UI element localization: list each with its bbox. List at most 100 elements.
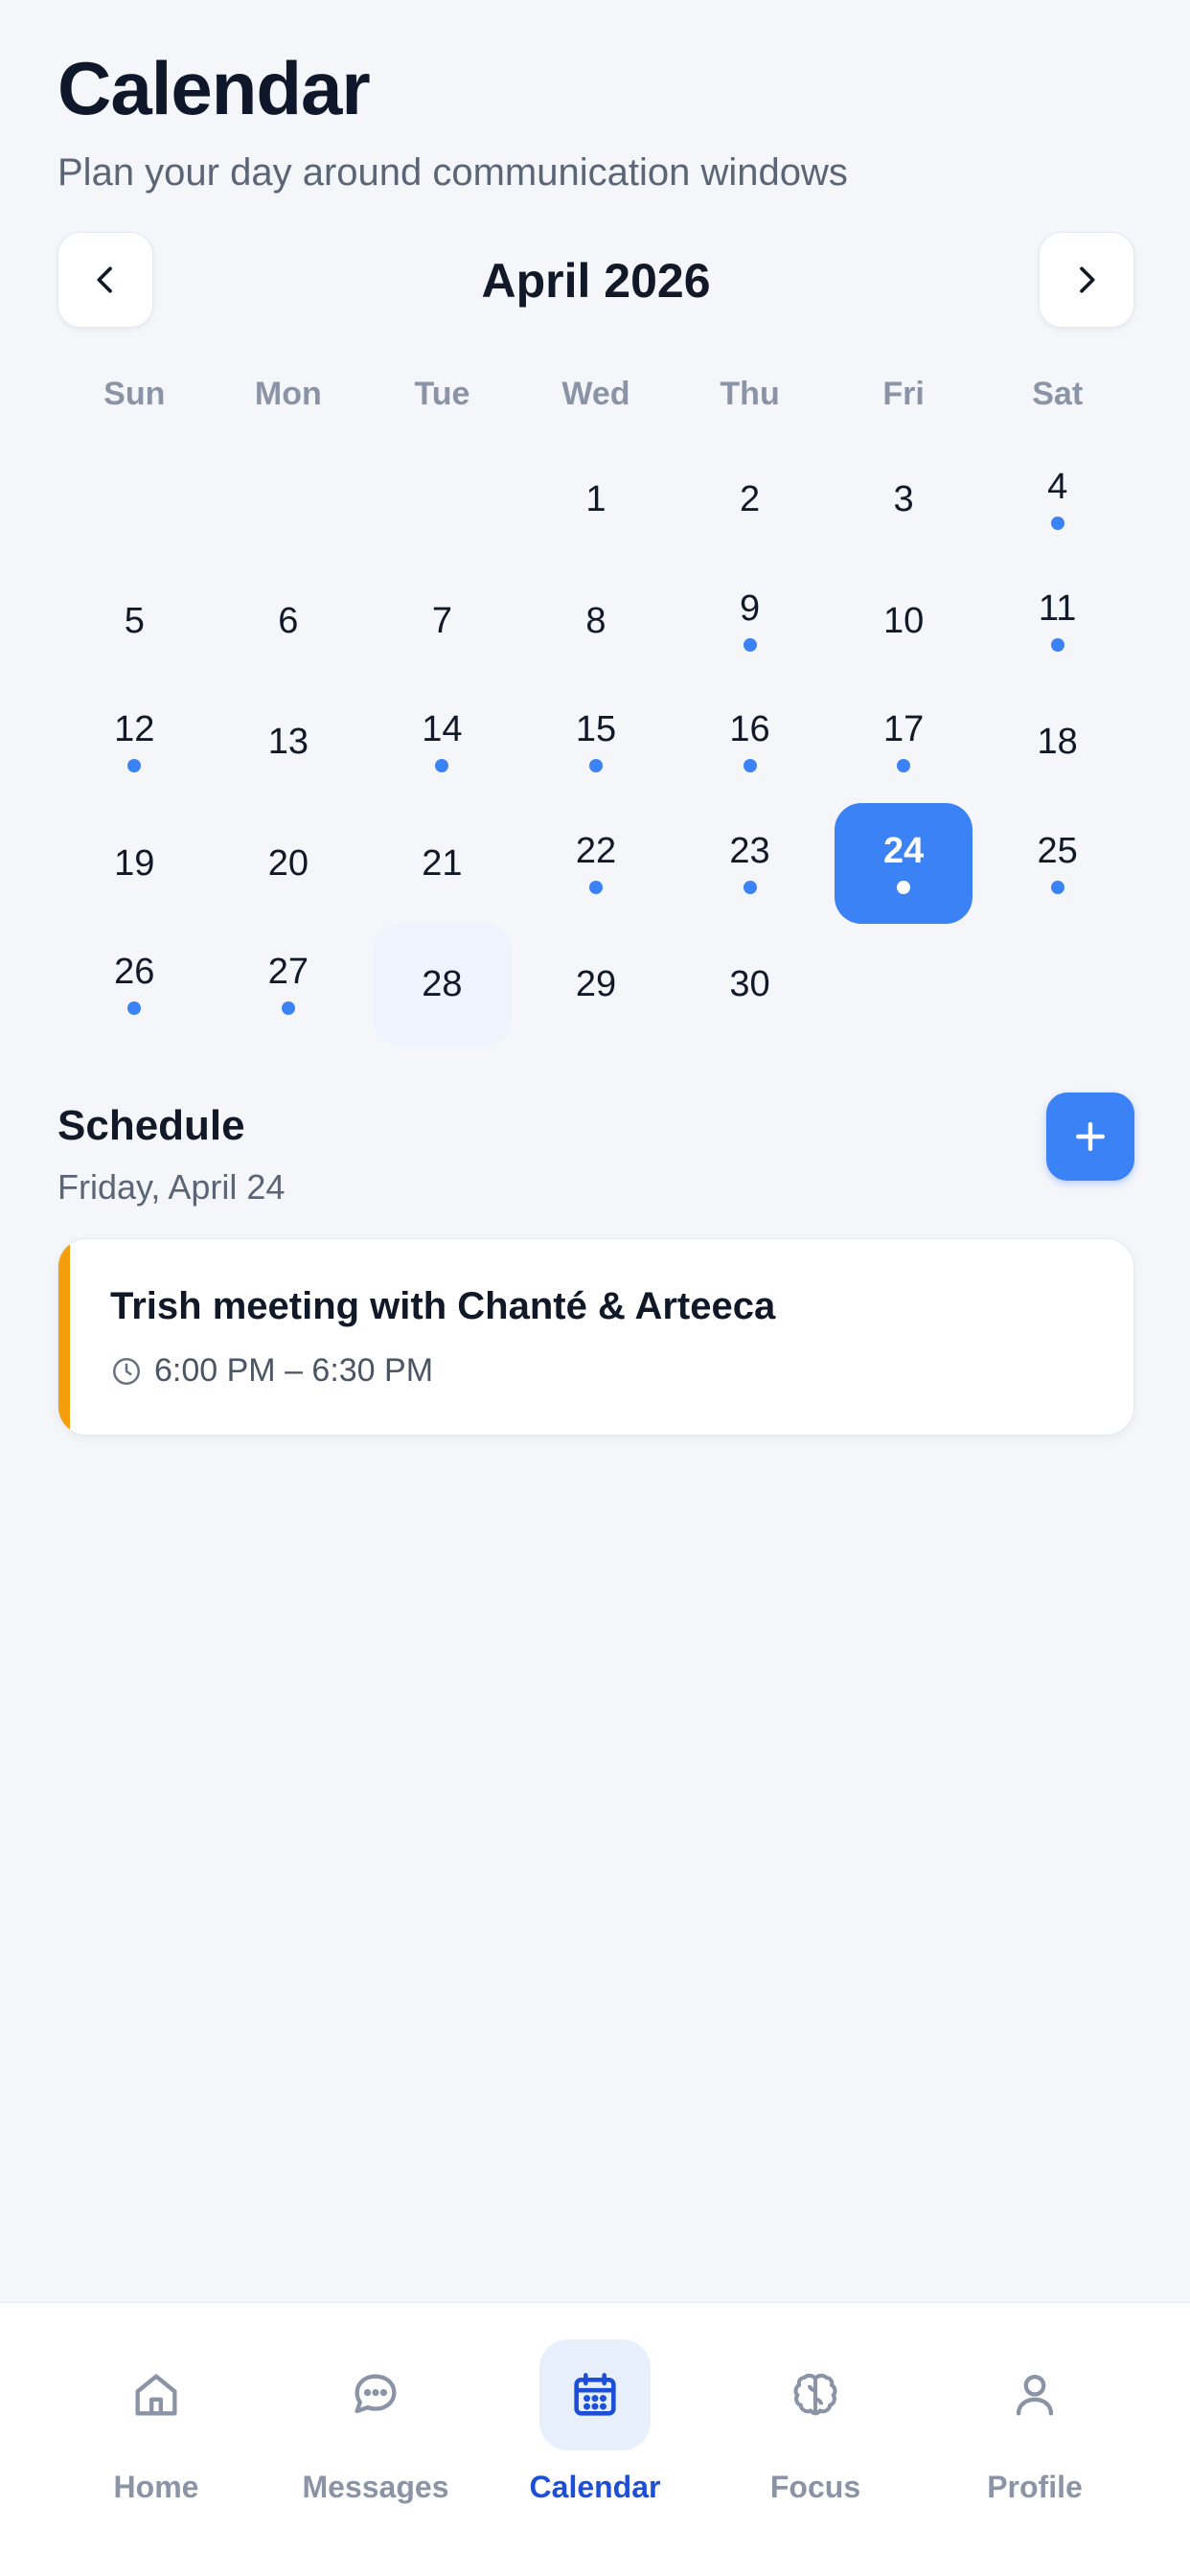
day-number: 22 (575, 830, 617, 871)
day-cell[interactable]: 9 (676, 561, 823, 682)
day-cell[interactable]: 11 (984, 561, 1131, 682)
day-number: 11 (1038, 587, 1077, 629)
event-indicator-dot (127, 1001, 142, 1016)
day-cell[interactable]: 14 (369, 681, 515, 803)
day-number: 29 (575, 964, 617, 1005)
day-number: 14 (422, 709, 463, 750)
day-cell[interactable]: 7 (369, 561, 515, 682)
day-cell[interactable]: 2 (676, 439, 823, 561)
calendar-screen: Calendar Plan your day around communicat… (0, 0, 1190, 2576)
add-event-button[interactable] (1046, 1092, 1134, 1181)
page-subtitle: Plan your day around communication windo… (57, 150, 848, 194)
day-number: 23 (729, 830, 770, 871)
event-indicator-dot (1050, 637, 1064, 652)
day-cell[interactable]: 26 (61, 924, 208, 1046)
event-card[interactable]: Trish meeting with Chanté & Arteeca 6:00… (57, 1238, 1134, 1436)
empty-day-cell (57, 439, 212, 561)
day-number: 5 (124, 600, 145, 641)
month-navigation: April 2026 (57, 232, 1134, 330)
day-number: 9 (739, 587, 761, 629)
day-cell[interactable]: 16 (676, 681, 823, 803)
day-number: 3 (893, 479, 914, 520)
day-number: 30 (729, 964, 770, 1005)
day-cell[interactable]: 5 (61, 561, 208, 682)
empty-day-cell (365, 439, 519, 561)
day-cell[interactable]: 15 (523, 681, 670, 803)
day-cell[interactable]: 23 (676, 803, 823, 925)
event-indicator-dot (743, 880, 757, 894)
tab-label-focus: Focus (769, 2470, 861, 2504)
empty-day-cell (212, 439, 366, 561)
day-cell[interactable]: 30 (676, 924, 823, 1046)
page-header: Calendar Plan your day around communicat… (57, 46, 848, 195)
day-cell[interactable]: 8 (523, 561, 670, 682)
bottom-tab-bar: Home Messages Calendar Focus Profile (0, 2302, 1190, 2576)
page-title: Calendar (57, 46, 371, 130)
day-number: 28 (422, 964, 463, 1005)
day-cell[interactable]: 24 (834, 802, 973, 924)
calendar-icon-wrap (539, 2339, 651, 2450)
tab-home[interactable]: Home (70, 2339, 242, 2505)
event-indicator-dot (281, 1001, 295, 1016)
event-indicator-dot (743, 759, 757, 773)
day-cell[interactable]: 22 (523, 803, 670, 925)
tab-label-messages: Messages (302, 2470, 449, 2504)
event-indicator-dot (435, 759, 449, 773)
day-cell[interactable]: 20 (216, 803, 362, 925)
tab-label-profile: Profile (987, 2470, 1083, 2504)
tab-calendar[interactable]: Calendar (509, 2339, 681, 2505)
schedule-title: Schedule (57, 1102, 245, 1149)
day-cell[interactable]: 3 (831, 439, 977, 561)
day-cell[interactable]: 17 (831, 681, 977, 803)
event-accent-stripe (58, 1239, 70, 1435)
day-number: 20 (267, 842, 309, 884)
day-number: 15 (575, 709, 617, 750)
profile-icon-wrap (979, 2339, 1090, 2450)
clock-icon (112, 1357, 141, 1385)
weekday-label: Tue (414, 376, 470, 412)
event-title: Trish meeting with Chanté & Arteeca (110, 1285, 776, 1327)
day-cell[interactable]: 1 (523, 439, 670, 561)
day-number: 1 (585, 479, 606, 520)
weekday-label: Fri (882, 376, 925, 412)
home-icon-wrap (101, 2339, 212, 2450)
day-cell[interactable]: 6 (216, 561, 362, 682)
tab-profile[interactable]: Profile (949, 2339, 1121, 2505)
event-time: 6:00 PM – 6:30 PM (154, 1352, 434, 1389)
calendar-icon (574, 2373, 616, 2416)
day-number: 18 (1037, 722, 1078, 763)
event-indicator-dot (1050, 517, 1064, 531)
plus-icon (1075, 1121, 1106, 1152)
chat-bubble-icon (355, 2374, 397, 2414)
weekday-label: Sat (1032, 376, 1084, 412)
day-cell[interactable]: 10 (831, 561, 977, 682)
day-number: 16 (729, 709, 770, 750)
day-number: 13 (267, 722, 309, 763)
event-indicator-dot (588, 759, 603, 773)
day-cell[interactable]: 4 (984, 439, 1131, 561)
day-number: 6 (278, 600, 299, 641)
event-indicator-dot (897, 759, 911, 773)
tab-messages[interactable]: Messages (289, 2339, 462, 2505)
event-indicator-dot (1050, 880, 1064, 894)
event-time-row: 6:00 PM – 6:30 PM (110, 1352, 433, 1390)
next-month-button[interactable] (1039, 232, 1134, 328)
chevron-right-icon (1080, 266, 1095, 293)
day-cell[interactable]: 21 (369, 803, 515, 925)
tab-label-home: Home (113, 2470, 199, 2504)
event-indicator-dot (588, 880, 603, 894)
tab-focus[interactable]: Focus (729, 2339, 902, 2505)
weekday-label: Thu (720, 376, 780, 412)
day-cell[interactable]: 13 (216, 681, 362, 803)
day-number: 4 (1047, 467, 1068, 508)
day-cell[interactable]: 25 (984, 803, 1131, 925)
day-number: 24 (882, 830, 925, 871)
day-cell[interactable]: 18 (984, 681, 1131, 803)
day-cell[interactable]: 29 (523, 924, 670, 1046)
day-number: 19 (114, 842, 155, 884)
day-cell[interactable]: 19 (61, 803, 208, 925)
event-indicator-dot (897, 880, 911, 894)
day-cell[interactable]: 12 (61, 681, 208, 803)
day-cell[interactable]: 28 (373, 924, 512, 1046)
day-cell[interactable]: 27 (216, 924, 362, 1046)
